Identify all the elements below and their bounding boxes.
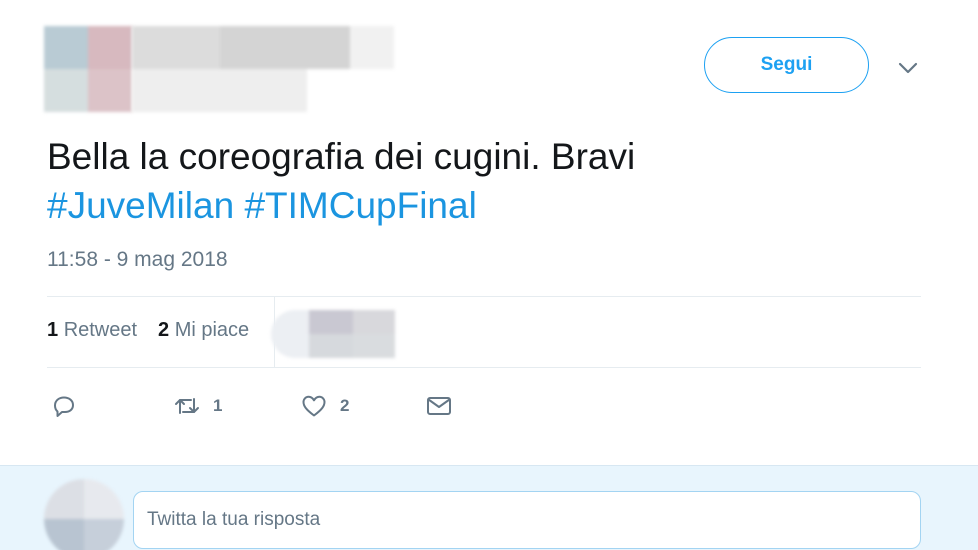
like-count: 2 — [340, 396, 350, 415]
like-button[interactable]: 2 — [300, 384, 349, 428]
hashtag-timcupfinal[interactable]: #TIMCupFinal — [244, 185, 476, 226]
retweet-button[interactable]: 1 — [173, 384, 222, 428]
author-avatar[interactable] — [44, 26, 132, 112]
envelope-icon — [427, 397, 451, 415]
like-stat[interactable]: 2 Mi piace — [158, 319, 249, 342]
current-user-avatar — [44, 479, 124, 550]
like-stat-label: Mi piace — [174, 319, 250, 341]
hashtag-juvemilan[interactable]: #JuveMilan — [47, 185, 234, 226]
tweet-stats: 1 Retweet 2 Mi piace — [47, 297, 921, 367]
liker-avatars[interactable] — [271, 310, 395, 358]
tweet-timestamp[interactable]: 11:58 - 9 mag 2018 — [47, 248, 228, 272]
reply-composer — [0, 465, 978, 550]
direct-message-button[interactable] — [425, 384, 453, 428]
reply-button[interactable] — [50, 384, 78, 428]
heart-icon — [302, 395, 326, 417]
retweet-icon — [175, 398, 199, 414]
divider — [47, 367, 921, 368]
follow-button[interactable]: Segui — [704, 37, 869, 93]
chevron-down-icon[interactable] — [896, 56, 920, 80]
author-name-blurred[interactable] — [132, 26, 394, 112]
like-stat-count: 2 — [158, 319, 170, 341]
reply-icon — [54, 396, 74, 417]
retweet-stat-label: Retweet — [63, 319, 138, 341]
tweet-actions: 1 2 — [47, 384, 921, 428]
retweet-stat[interactable]: 1 Retweet — [47, 319, 137, 342]
retweet-stat-count: 1 — [47, 319, 59, 341]
tweet-text: Bella la coreografia dei cugini. Bravi #… — [47, 132, 927, 230]
retweet-count: 1 — [213, 396, 223, 415]
tweet-body: Bella la coreografia dei cugini. Bravi — [47, 136, 636, 177]
tweet-header: Segui — [0, 0, 978, 120]
reply-input[interactable] — [133, 491, 921, 549]
